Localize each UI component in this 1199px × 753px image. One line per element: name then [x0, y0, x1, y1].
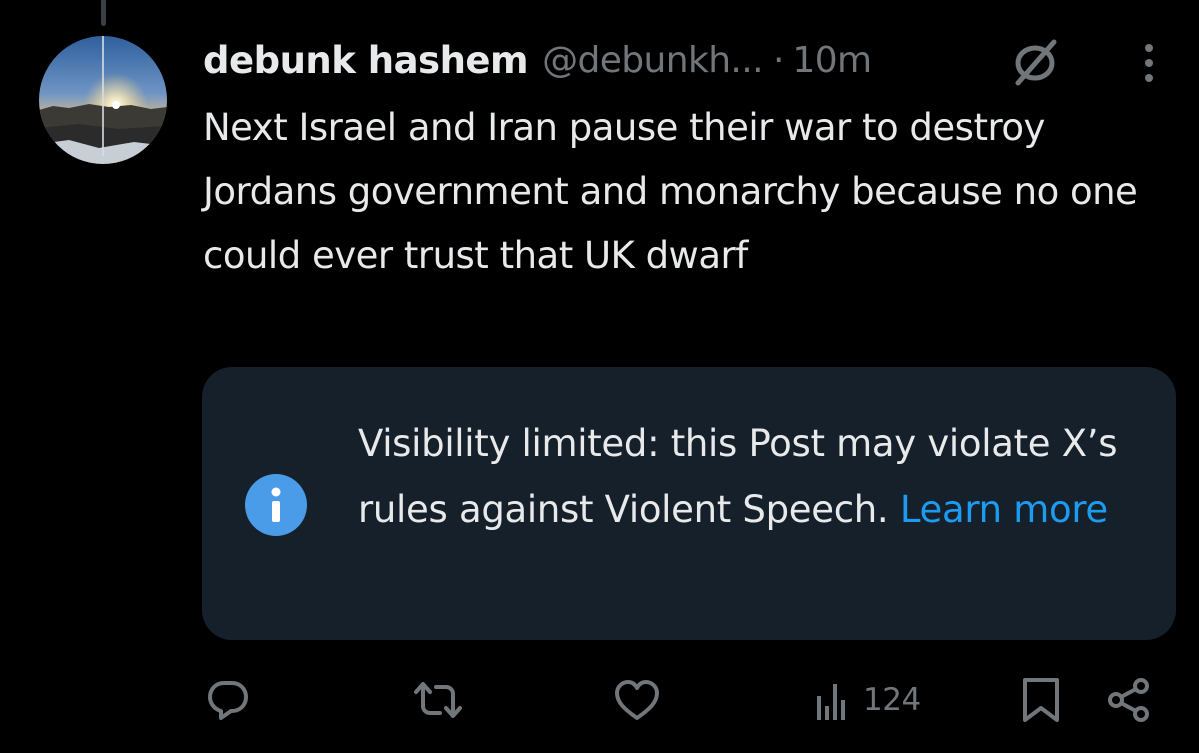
more-options-icon[interactable] — [1133, 40, 1165, 86]
notice-message: Visibility limited: this Post may violat… — [358, 411, 1138, 543]
repost-button[interactable] — [410, 678, 466, 722]
share-button[interactable] — [1105, 678, 1153, 722]
post-header: debunk hashem @debunkh... · 10m — [203, 36, 872, 84]
thread-connector-line — [101, 0, 106, 26]
display-name[interactable]: debunk hashem — [203, 39, 529, 82]
visibility-limited-notice: Visibility limited: this Post may violat… — [202, 367, 1176, 640]
repost-icon — [414, 682, 462, 718]
separator-dot: · — [772, 39, 785, 81]
bookmark-button[interactable] — [1021, 678, 1061, 722]
info-icon — [245, 474, 307, 536]
reply-button[interactable] — [204, 678, 252, 722]
reply-icon — [208, 681, 248, 720]
avatar-image — [39, 36, 167, 164]
post-text: Next Israel and Iran pause their war to … — [203, 106, 1138, 277]
learn-more-link[interactable]: Learn more — [900, 488, 1108, 531]
like-icon — [615, 680, 659, 720]
views-count: 124 — [863, 682, 921, 718]
views-icon — [817, 684, 845, 720]
like-button[interactable] — [612, 678, 662, 722]
share-icon — [1108, 678, 1149, 722]
bookmark-icon — [1023, 678, 1059, 722]
avatar[interactable] — [39, 36, 167, 164]
post-timestamp[interactable]: 10m — [792, 40, 872, 81]
visibility-limited-icon — [1010, 37, 1060, 87]
user-handle[interactable]: @debunkh... — [542, 40, 763, 81]
post-actions-bar: 124 — [0, 670, 1199, 730]
views-button[interactable]: 124 — [815, 678, 921, 722]
